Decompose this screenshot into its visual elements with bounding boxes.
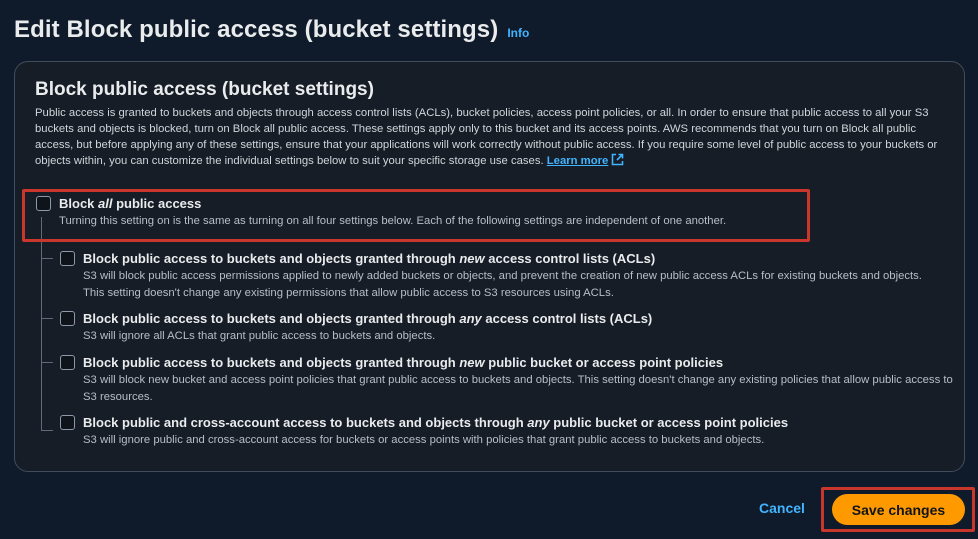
tree-line-branch-3 xyxy=(41,362,53,363)
option-label-pre: Block public access to buckets and objec… xyxy=(83,311,460,326)
option-new-acls-checkbox[interactable] xyxy=(60,251,75,266)
option-label-pre: Block public access to buckets and objec… xyxy=(83,355,460,370)
block-public-access-panel: Block public access (bucket settings) Pu… xyxy=(14,61,965,472)
info-link[interactable]: Info xyxy=(507,26,529,40)
option-label-pre: Block public access to buckets and objec… xyxy=(83,251,460,266)
block-all-label-pre: Block xyxy=(59,196,99,211)
option-new-acls-description: S3 will block public access permissions … xyxy=(83,270,922,299)
option-label-post: public bucket or access point policies xyxy=(484,355,724,370)
option-label-pre: Block public and cross-account access to… xyxy=(83,415,528,430)
page-header: Edit Block public access (bucket setting… xyxy=(14,16,529,44)
panel-title: Block public access (bucket settings) xyxy=(35,79,374,100)
option-new-policies-label[interactable]: Block public access to buckets and objec… xyxy=(83,355,723,370)
panel-description-text: Public access is granted to buckets and … xyxy=(35,107,938,167)
option-label-em: new xyxy=(459,355,485,370)
option-label-em: new xyxy=(459,251,485,266)
option-label-post: access control lists (ACLs) xyxy=(481,311,653,326)
block-all-label-em: all xyxy=(98,196,113,211)
option-any-policies-description: S3 will ignore public and cross-account … xyxy=(83,434,765,446)
external-link-icon xyxy=(611,153,624,166)
save-changes-button[interactable]: Save changes xyxy=(832,494,965,525)
tree-line-branch-2 xyxy=(41,318,53,319)
option-any-acls-description: S3 will ignore all ACLs that grant publi… xyxy=(83,330,436,342)
option-label-em: any xyxy=(527,415,550,430)
block-all-checkbox[interactable] xyxy=(36,196,51,211)
tree-line-vertical xyxy=(41,217,42,431)
option-label-post: access control lists (ACLs) xyxy=(484,251,656,266)
option-any-acls-checkbox[interactable] xyxy=(60,311,75,326)
block-all-description: Turning this setting on is the same as t… xyxy=(59,215,727,227)
tree-line-branch-4 xyxy=(41,430,53,431)
tree-line-branch-1 xyxy=(41,258,53,259)
option-label-post: public bucket or access point policies xyxy=(549,415,789,430)
option-new-acls-label[interactable]: Block public access to buckets and objec… xyxy=(83,251,655,266)
block-all-label-post: public access xyxy=(112,196,202,211)
block-all-label[interactable]: Block all public access xyxy=(59,196,201,211)
learn-more-link[interactable]: Learn more xyxy=(546,153,625,167)
cancel-button[interactable]: Cancel xyxy=(759,500,805,516)
option-any-policies-label[interactable]: Block public and cross-account access to… xyxy=(83,415,788,430)
page-title: Edit Block public access (bucket setting… xyxy=(14,16,499,43)
option-new-policies-description: S3 will block new bucket and access poin… xyxy=(83,374,953,403)
option-new-policies-checkbox[interactable] xyxy=(60,355,75,370)
option-any-acls-label[interactable]: Block public access to buckets and objec… xyxy=(83,311,652,326)
option-any-policies-checkbox[interactable] xyxy=(60,415,75,430)
learn-more-label: Learn more xyxy=(546,155,609,167)
option-label-em: any xyxy=(459,311,482,326)
panel-description: Public access is granted to buckets and … xyxy=(35,105,945,169)
